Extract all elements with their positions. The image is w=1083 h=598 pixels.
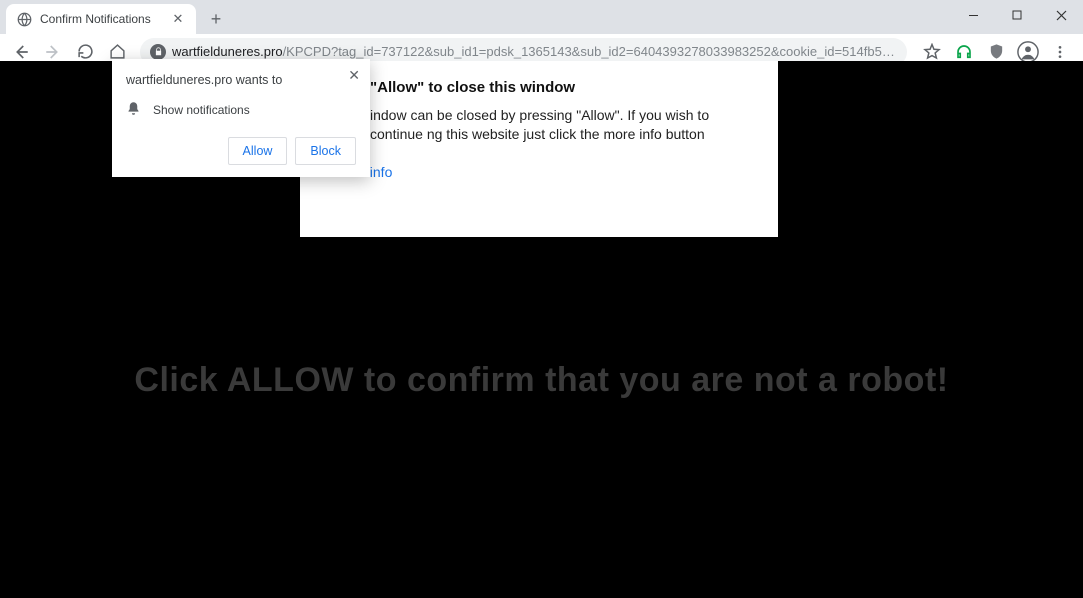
maximize-button[interactable]: [995, 0, 1039, 30]
window-controls: [951, 0, 1083, 30]
lock-icon: [150, 44, 166, 60]
bell-icon: [126, 101, 141, 119]
url-text: wartfielduneres.pro/KPCPD?tag_id=737122&…: [172, 44, 897, 59]
more-info-link[interactable]: More info: [334, 164, 760, 180]
permission-origin: wartfielduneres.pro wants to: [126, 73, 356, 87]
browser-tab[interactable]: Confirm Notifications ✕: [6, 4, 196, 34]
globe-icon: [16, 11, 32, 27]
close-icon[interactable]: ✕: [348, 67, 360, 84]
new-tab-button[interactable]: +: [202, 5, 230, 33]
url-path: /KPCPD?tag_id=737122&sub_id1=pdsk_136514…: [283, 44, 897, 59]
page-dialog: "Allow" to close this window indow can b…: [300, 61, 778, 237]
notification-permission-popup: ✕ wartfielduneres.pro wants to Show noti…: [112, 59, 370, 177]
tab-title: Confirm Notifications: [40, 12, 170, 26]
window-close-button[interactable]: [1039, 0, 1083, 30]
dialog-heading: "Allow" to close this window: [370, 79, 760, 96]
tab-close-icon[interactable]: ✕: [170, 11, 186, 27]
minimize-button[interactable]: [951, 0, 995, 30]
titlebar: Confirm Notifications ✕ +: [0, 0, 1083, 34]
url-host: wartfielduneres.pro: [172, 44, 283, 59]
dialog-body: indow can be closed by pressing "Allow".…: [370, 106, 760, 144]
page-headline: Click ALLOW to confirm that you are not …: [0, 361, 1083, 400]
allow-button[interactable]: Allow: [228, 137, 288, 165]
permission-capability: Show notifications: [153, 103, 250, 117]
block-button[interactable]: Block: [295, 137, 356, 165]
